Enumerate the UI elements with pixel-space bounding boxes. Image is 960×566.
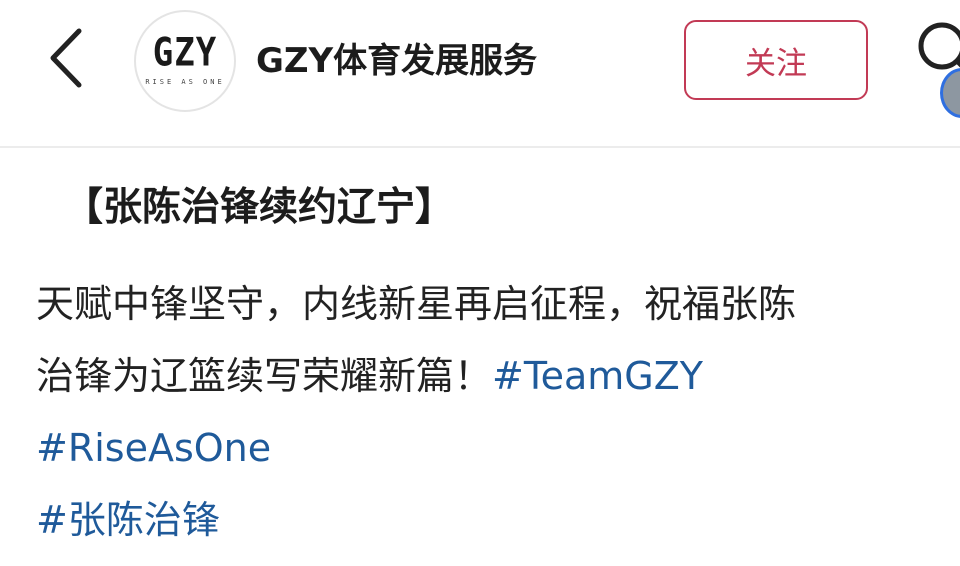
post-text-line: 天赋中锋坚守，内线新星再启征程，祝福张陈 xyxy=(36,282,797,326)
back-button[interactable] xyxy=(38,26,94,90)
chevron-left-icon xyxy=(50,28,82,88)
hashtag-line: #RiseAsOne xyxy=(36,412,960,484)
post-title: 【张陈治锋续约辽宁】 xyxy=(64,185,455,230)
hashtag-link[interactable]: #TeamGZY xyxy=(492,354,703,398)
search-button[interactable] xyxy=(912,16,960,78)
top-bar: GZY RISE AS ONE GZY体育发展服务 关注 xyxy=(0,0,960,148)
post-text-fragment: 治锋为辽篮续写荣耀新篇！ xyxy=(36,354,493,398)
post-body: 天赋中锋坚守，内线新星再启征程，祝福张陈 治锋为辽篮续写荣耀新篇！#TeamGZ… xyxy=(36,268,960,556)
logo-tagline: RISE AS ONE xyxy=(145,78,225,86)
follow-button[interactable]: 关注 xyxy=(684,20,868,100)
gzy-logo: GZY xyxy=(152,30,218,76)
account-avatar[interactable]: GZY RISE AS ONE xyxy=(134,10,236,112)
search-icon xyxy=(918,22,960,70)
hashtag-link[interactable]: #RiseAsOne xyxy=(36,426,271,470)
account-name[interactable]: GZY体育发展服务 xyxy=(256,38,537,84)
hashtag-line: #张陈治锋 xyxy=(36,484,960,556)
post-text-line: 治锋为辽篮续写荣耀新篇！#TeamGZY xyxy=(36,340,960,412)
hashtag-link[interactable]: #张陈治锋 xyxy=(36,498,220,542)
